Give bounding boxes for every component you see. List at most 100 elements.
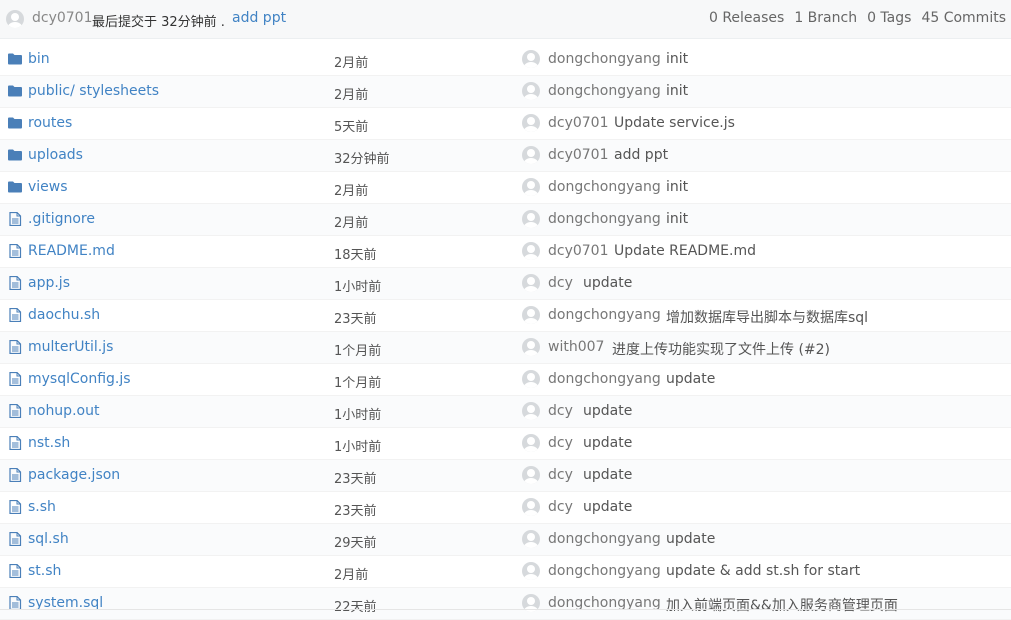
avatar[interactable] xyxy=(522,402,540,420)
file-icon xyxy=(8,403,22,419)
file-icon xyxy=(8,531,22,547)
file-icon xyxy=(8,563,22,579)
file-icon xyxy=(8,467,22,483)
file-name-link[interactable]: public/ stylesheets xyxy=(28,83,159,99)
file-name-link[interactable]: uploads xyxy=(28,147,83,163)
avatar[interactable] xyxy=(522,242,540,260)
commit-author[interactable]: dongchongyang xyxy=(548,211,661,227)
avatar[interactable] xyxy=(522,530,540,548)
commit-message-link[interactable]: init xyxy=(666,179,688,195)
file-icon xyxy=(8,211,22,227)
file-name-link[interactable]: st.sh xyxy=(28,563,61,579)
file-name-link[interactable]: views xyxy=(28,179,68,195)
file-row: README.md 18天前 dcy0701 Update README.md xyxy=(0,236,1011,268)
file-name-link[interactable]: multerUtil.js xyxy=(28,339,113,355)
commit-message-link[interactable]: update xyxy=(583,435,632,451)
commit-author[interactable]: dcy xyxy=(548,499,573,515)
file-age: 1小时前 xyxy=(334,408,382,423)
commit-author[interactable]: dongchongyang xyxy=(548,531,661,547)
file-row: uploads 32分钟前 dcy0701 add ppt xyxy=(0,140,1011,172)
commit-author[interactable]: dongchongyang xyxy=(548,51,661,67)
commit-message-link[interactable]: update xyxy=(583,499,632,515)
avatar[interactable] xyxy=(522,498,540,516)
folder-icon xyxy=(8,180,22,194)
avatar[interactable] xyxy=(522,562,540,580)
file-name-link[interactable]: bin xyxy=(28,51,50,67)
file-icon xyxy=(8,339,22,355)
file-name-link[interactable]: s.sh xyxy=(28,499,56,515)
commit-author[interactable]: dcy0701 xyxy=(548,115,609,131)
commit-message-link[interactable]: update xyxy=(666,531,715,547)
commit-message-link[interactable]: update xyxy=(666,371,715,387)
commit-author[interactable]: dongchongyang xyxy=(548,563,661,579)
commit-message-link[interactable]: add ppt xyxy=(614,147,668,163)
file-age: 23天前 xyxy=(334,504,377,519)
commit-author[interactable]: dongchongyang xyxy=(548,83,661,99)
tags-link[interactable]: 0 Tags xyxy=(867,10,911,26)
commit-message-link[interactable]: 加入前端页面&&加入服务商管理页面 xyxy=(666,595,898,615)
avatar[interactable] xyxy=(522,466,540,484)
avatar[interactable] xyxy=(522,114,540,132)
commit-author[interactable]: dcy xyxy=(548,435,573,451)
file-name-link[interactable]: app.js xyxy=(28,275,70,291)
commit-author[interactable]: dcy0701 xyxy=(548,243,609,259)
avatar[interactable] xyxy=(522,210,540,228)
commit-author[interactable]: dcy xyxy=(548,467,573,483)
last-commit-info: 最后提交于 32分钟前 . xyxy=(92,15,225,30)
commit-message-link[interactable]: 增加数据库导出脚本与数据库sql xyxy=(666,307,868,327)
file-name-link[interactable]: nst.sh xyxy=(28,435,70,451)
avatar[interactable] xyxy=(522,178,540,196)
avatar[interactable] xyxy=(522,146,540,164)
avatar[interactable] xyxy=(522,434,540,452)
branches-link[interactable]: 1 Branch xyxy=(794,10,857,26)
commit-message-link[interactable]: init xyxy=(666,211,688,227)
file-icon xyxy=(8,435,22,451)
file-row: nst.sh 1小时前 dcy update xyxy=(0,428,1011,460)
avatar[interactable] xyxy=(522,306,540,324)
commit-message-link[interactable]: init xyxy=(666,51,688,67)
last-commit-user[interactable]: dcy0701 xyxy=(32,10,93,26)
commit-message-link[interactable]: Update service.js xyxy=(614,115,735,131)
file-name-link[interactable]: routes xyxy=(28,115,72,131)
file-name-link[interactable]: daochu.sh xyxy=(28,307,100,323)
file-icon xyxy=(8,307,22,323)
avatar[interactable] xyxy=(522,82,540,100)
commit-message-link[interactable]: update xyxy=(583,275,632,291)
avatar[interactable] xyxy=(522,370,540,388)
file-name-link[interactable]: package.json xyxy=(28,467,120,483)
file-age: 2月前 xyxy=(334,568,369,583)
file-name-link[interactable]: sql.sh xyxy=(28,531,69,547)
file-name-link[interactable]: README.md xyxy=(28,243,115,259)
file-age: 2月前 xyxy=(334,56,369,71)
file-row: sql.sh 29天前 dongchongyang update xyxy=(0,524,1011,556)
avatar[interactable] xyxy=(522,338,540,356)
commit-author[interactable]: dcy xyxy=(548,403,573,419)
commit-author[interactable]: dcy xyxy=(548,275,573,291)
commit-author[interactable]: dongchongyang xyxy=(548,371,661,387)
commit-author[interactable]: dcy0701 xyxy=(548,147,609,163)
folder-icon xyxy=(8,52,22,66)
file-age: 23天前 xyxy=(334,472,377,487)
commit-message-link[interactable]: Update README.md xyxy=(614,243,756,259)
avatar[interactable] xyxy=(522,50,540,68)
commit-message-link[interactable]: update & add st.sh for start xyxy=(666,563,860,579)
file-name-link[interactable]: nohup.out xyxy=(28,403,99,419)
commit-message-link[interactable]: 进度上传功能实现了文件上传 (#2) xyxy=(612,339,830,359)
file-age: 5天前 xyxy=(334,120,369,135)
commit-author[interactable]: with007 xyxy=(548,339,604,355)
last-commit-message-link[interactable]: add ppt xyxy=(232,10,286,26)
file-row: daochu.sh 23天前 dongchongyang 增加数据库导出脚本与数据库s… xyxy=(0,300,1011,332)
file-name-link[interactable]: .gitignore xyxy=(28,211,95,227)
commit-author[interactable]: dongchongyang xyxy=(548,307,661,323)
avatar[interactable] xyxy=(522,274,540,292)
file-name-link[interactable]: mysqlConfig.js xyxy=(28,371,131,387)
commits-link[interactable]: 45 Commits xyxy=(921,10,1006,26)
commit-message-link[interactable]: update xyxy=(583,467,632,483)
file-age: 22天前 xyxy=(334,600,377,615)
commit-message-link[interactable]: init xyxy=(666,83,688,99)
releases-link[interactable]: 0 Releases xyxy=(709,10,784,26)
commit-author[interactable]: dongchongyang xyxy=(548,179,661,195)
file-row: app.js 1小时前 dcy update xyxy=(0,268,1011,300)
commit-message-link[interactable]: update xyxy=(583,403,632,419)
avatar[interactable] xyxy=(6,10,24,28)
